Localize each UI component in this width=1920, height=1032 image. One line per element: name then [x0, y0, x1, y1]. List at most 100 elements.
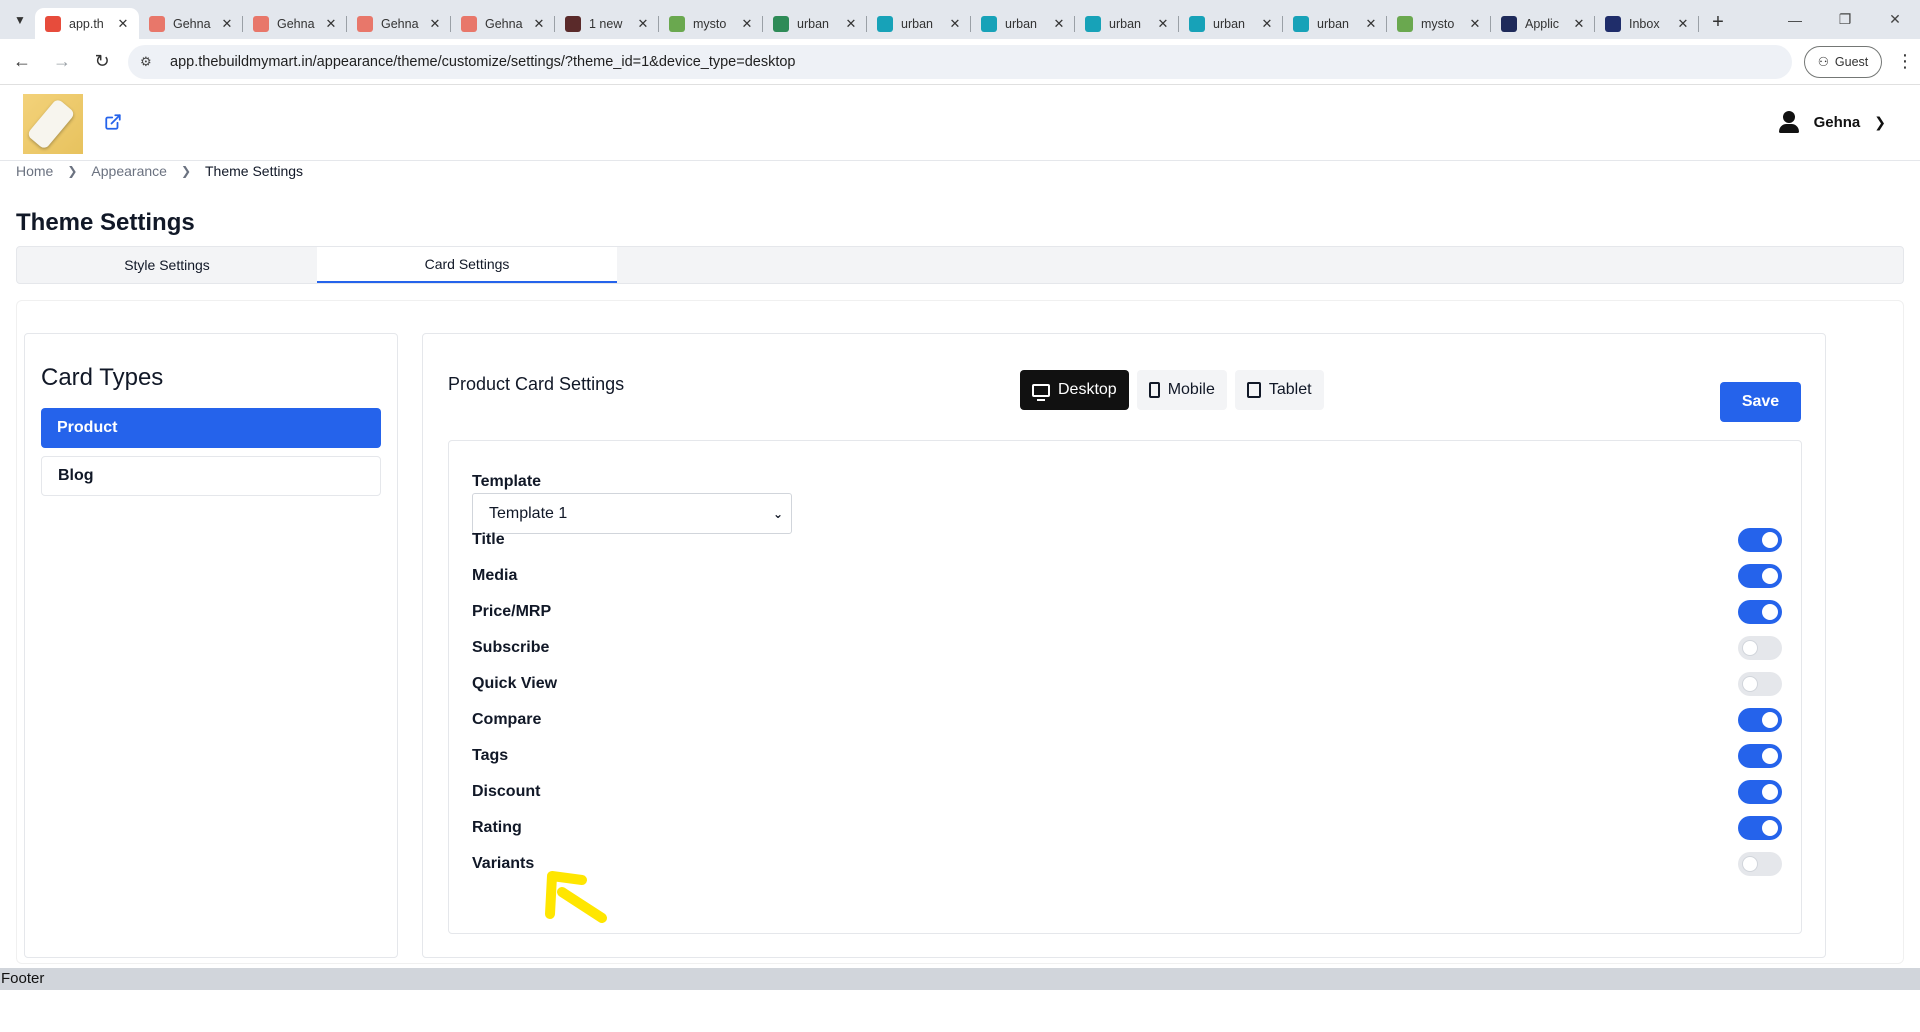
card-option-toggle[interactable] [1738, 744, 1782, 768]
card-option-toggle[interactable] [1738, 852, 1782, 876]
tab-style-settings[interactable]: Style Settings [17, 247, 317, 283]
external-link-icon[interactable] [104, 113, 122, 131]
browser-tab[interactable]: 1 new ✕ [555, 8, 659, 39]
template-value: Template 1 [489, 504, 568, 522]
tab-close-icon[interactable]: ✕ [1675, 16, 1691, 32]
card-option-toggle[interactable] [1738, 816, 1782, 840]
tab-close-icon[interactable]: ✕ [115, 16, 131, 32]
card-option-label: Compare [472, 711, 542, 728]
browser-tab[interactable]: urban ✕ [1283, 8, 1387, 39]
tab-close-icon[interactable]: ✕ [1155, 16, 1171, 32]
card-option-row: Compare [472, 705, 1782, 735]
browser-tab[interactable]: urban ✕ [867, 8, 971, 39]
card-option-toggle[interactable] [1738, 672, 1782, 696]
tab-close-icon[interactable]: ✕ [1363, 16, 1379, 32]
browser-tab[interactable]: mysto ✕ [659, 8, 763, 39]
tab-title: Gehna [173, 16, 211, 31]
product-card-settings-panel: Product Card Settings Desktop Mobile Tab… [422, 333, 1826, 958]
card-option-label: Rating [472, 819, 522, 836]
tab-title: urban [1109, 16, 1141, 31]
tab-close-icon[interactable]: ✕ [323, 16, 339, 32]
tab-close-icon[interactable]: ✕ [1571, 16, 1587, 32]
card-option-row: Tags [472, 741, 1782, 771]
store-logo[interactable] [23, 94, 83, 154]
tab-search-icon[interactable]: ▼ [5, 5, 35, 35]
card-option-toggle[interactable] [1738, 708, 1782, 732]
device-label: Desktop [1058, 381, 1117, 398]
browser-tab[interactable]: urban ✕ [1179, 8, 1283, 39]
browser-tab[interactable]: Gehna ✕ [139, 8, 243, 39]
card-option-row: Title [472, 525, 1782, 555]
card-type-product[interactable]: Product [41, 408, 381, 448]
tab-card-settings[interactable]: Card Settings [317, 247, 617, 283]
card-option-toggle[interactable] [1738, 600, 1782, 624]
page-title: Theme Settings [16, 209, 195, 236]
tab-favicon-icon [773, 15, 789, 32]
back-button[interactable]: ← [4, 44, 40, 80]
tab-title: mysto [693, 16, 727, 31]
card-option-toggle[interactable] [1738, 564, 1782, 588]
tab-favicon-icon [877, 15, 893, 32]
browser-tab[interactable]: Gehna ✕ [451, 8, 555, 39]
device-desktop-button[interactable]: Desktop [1020, 370, 1129, 410]
card-option-row: Subscribe [472, 633, 1782, 663]
chevron-right-icon: ❯ [67, 164, 78, 178]
browser-tab[interactable]: app.th ✕ [35, 8, 139, 39]
tab-close-icon[interactable]: ✕ [1051, 16, 1067, 32]
reload-button[interactable]: ↻ [84, 44, 120, 80]
close-window-icon[interactable]: ✕ [1870, 0, 1920, 39]
restore-icon[interactable]: ❐ [1820, 0, 1870, 39]
card-type-blog[interactable]: Blog [41, 456, 381, 496]
tab-close-icon[interactable]: ✕ [427, 16, 443, 32]
browser-tab[interactable]: Inbox ✕ [1595, 8, 1699, 39]
save-button[interactable]: Save [1720, 382, 1801, 422]
new-tab-button[interactable]: + [1703, 8, 1733, 38]
tab-title: Applic [1525, 16, 1560, 31]
card-option-toggle[interactable] [1738, 528, 1782, 552]
annotation-arrow-icon [545, 871, 607, 923]
browser-tab[interactable]: Applic ✕ [1491, 8, 1595, 39]
toggle-knob [1742, 640, 1758, 656]
browser-tab[interactable]: mysto ✕ [1387, 8, 1491, 39]
tab-title: 1 new [589, 16, 623, 31]
tab-close-icon[interactable]: ✕ [1259, 16, 1275, 32]
card-option-toggle[interactable] [1738, 780, 1782, 804]
card-option-label: Variants [472, 855, 535, 872]
card-option-row: Media [472, 561, 1782, 591]
card-types-heading: Card Types [41, 364, 164, 391]
card-option-label: Quick View [472, 675, 558, 692]
browser-tab[interactable]: urban ✕ [1075, 8, 1179, 39]
browser-tab[interactable]: Gehna ✕ [243, 8, 347, 39]
breadcrumb-appearance[interactable]: Appearance [91, 163, 167, 179]
toggle-knob [1762, 820, 1778, 836]
footer: Footer [0, 968, 1920, 990]
browser-menu-icon[interactable]: ⋮ [1890, 51, 1920, 72]
tab-close-icon[interactable]: ✕ [843, 16, 859, 32]
site-info-icon[interactable]: ⚙ [140, 54, 158, 70]
browser-tab[interactable]: urban ✕ [763, 8, 867, 39]
card-option-toggle[interactable] [1738, 636, 1782, 660]
tab-favicon-icon [253, 15, 269, 32]
browser-tab[interactable]: Gehna ✕ [347, 8, 451, 39]
forward-button[interactable]: → [44, 44, 80, 80]
tab-close-icon[interactable]: ✕ [531, 16, 547, 32]
tab-close-icon[interactable]: ✕ [947, 16, 963, 32]
tab-close-icon[interactable]: ✕ [219, 16, 235, 32]
device-tablet-button[interactable]: Tablet [1234, 370, 1324, 410]
device-mobile-button[interactable]: Mobile [1136, 370, 1227, 410]
app-header: Gehna ❯ [0, 85, 1920, 161]
toggle-knob [1762, 784, 1778, 800]
minimize-icon[interactable]: — [1770, 0, 1820, 39]
toggle-knob [1742, 856, 1758, 872]
card-option-row: Discount [472, 777, 1782, 807]
tab-close-icon[interactable]: ✕ [635, 16, 651, 32]
tab-favicon-icon [1085, 15, 1101, 32]
breadcrumb-home[interactable]: Home [16, 163, 53, 179]
tab-close-icon[interactable]: ✕ [1467, 16, 1483, 32]
tab-close-icon[interactable]: ✕ [739, 16, 755, 32]
user-menu[interactable]: Gehna ❯ [1778, 111, 1886, 133]
address-bar[interactable]: ⚙ app.thebuildmymart.in/appearance/theme… [128, 44, 1792, 79]
browser-tab[interactable]: urban ✕ [971, 8, 1075, 39]
profile-button[interactable]: ⚇ Guest [1804, 45, 1882, 78]
settings-tabs: Style Settings Card Settings [16, 246, 1904, 284]
